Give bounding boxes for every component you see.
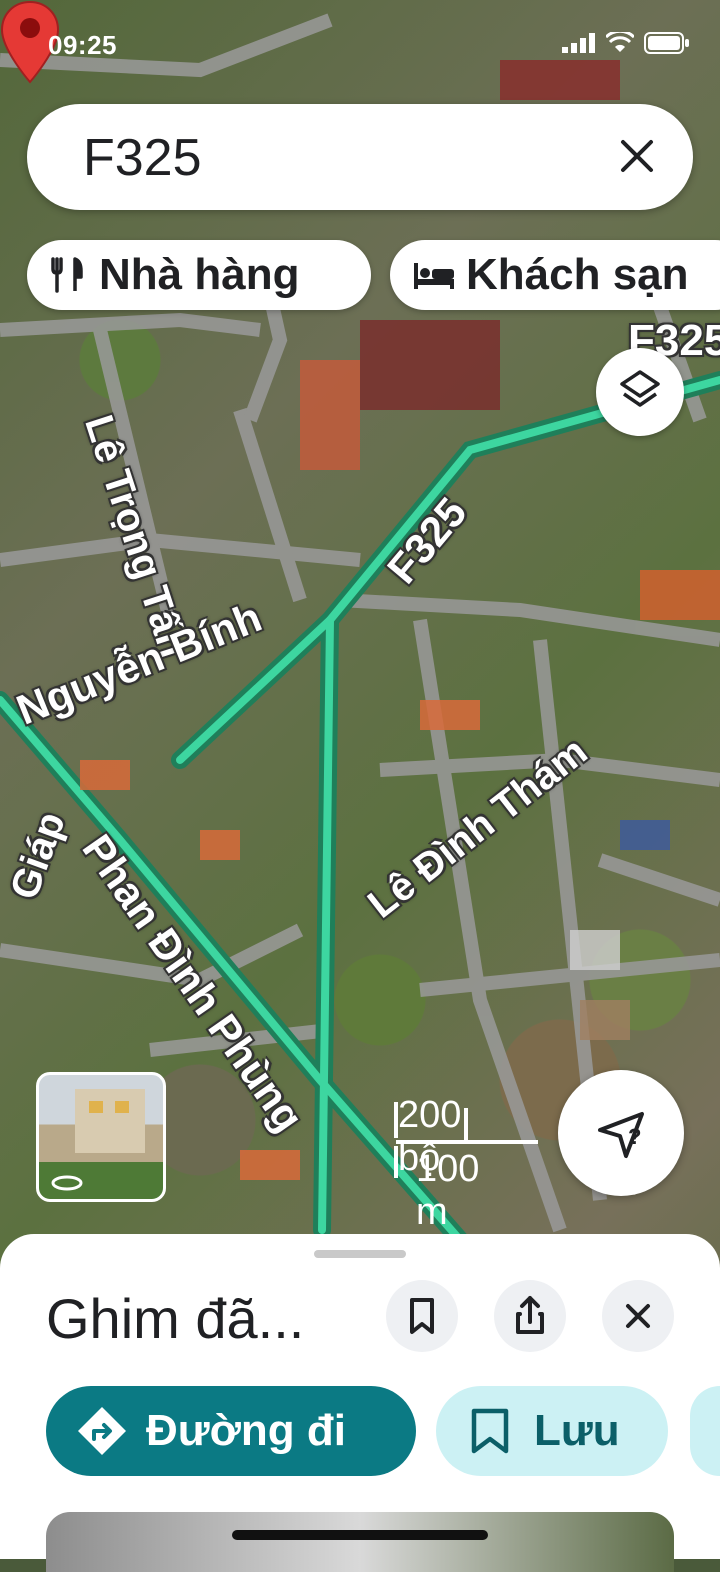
close-icon[interactable] bbox=[617, 136, 657, 176]
layers-button[interactable] bbox=[596, 348, 684, 436]
rotate-360-icon bbox=[51, 1089, 145, 1191]
home-indicator bbox=[232, 1530, 488, 1540]
chip-hotels[interactable]: Khách sạn bbox=[390, 240, 720, 310]
share-icon bbox=[516, 1296, 544, 1334]
layers-icon bbox=[620, 370, 660, 407]
chip-restaurants[interactable]: Nhà hàng bbox=[27, 240, 371, 310]
search-bar[interactable]: F325 bbox=[27, 104, 693, 210]
close-icon bbox=[626, 1304, 650, 1328]
place-title: Ghim đã... bbox=[46, 1287, 305, 1350]
search-query[interactable]: F325 bbox=[83, 128, 202, 188]
save-button[interactable]: Lưu bbox=[436, 1386, 668, 1476]
street-view-thumbnail[interactable] bbox=[36, 1072, 166, 1202]
bookmark-icon bbox=[410, 1298, 434, 1334]
close-sheet-button[interactable] bbox=[602, 1280, 674, 1352]
more-actions-pill[interactable] bbox=[690, 1386, 720, 1476]
place-bottom-sheet[interactable]: Ghim đã... Đường đi Lưu bbox=[0, 1234, 720, 1572]
status-time: 09:25 bbox=[48, 30, 117, 60]
my-location-button[interactable]: ? bbox=[558, 1070, 684, 1196]
directions-button[interactable]: Đường đi bbox=[46, 1386, 416, 1476]
wifi-icon bbox=[606, 32, 634, 52]
svg-text:?: ? bbox=[628, 1124, 641, 1149]
signal-icon bbox=[562, 33, 595, 53]
restaurant-icon bbox=[51, 257, 83, 293]
bookmark-icon bbox=[471, 1408, 509, 1454]
save-label: Lưu bbox=[534, 1406, 620, 1455]
chip-restaurants-label: Nhà hàng bbox=[99, 250, 300, 299]
battery-icon bbox=[644, 32, 689, 54]
hotel-icon bbox=[414, 263, 454, 289]
bookmark-button[interactable] bbox=[386, 1280, 458, 1352]
chip-hotels-label: Khách sạn bbox=[466, 250, 689, 299]
directions-label: Đường đi bbox=[146, 1406, 346, 1455]
scale-meters: 100 m bbox=[416, 1148, 480, 1233]
share-button[interactable] bbox=[494, 1280, 566, 1352]
sheet-drag-handle[interactable] bbox=[314, 1250, 406, 1258]
status-icons bbox=[562, 32, 690, 54]
status-bar: 09:25 bbox=[0, 26, 720, 66]
place-photo[interactable] bbox=[46, 1512, 674, 1572]
navigation-question-icon: ? bbox=[598, 1112, 644, 1158]
directions-icon bbox=[78, 1407, 126, 1455]
